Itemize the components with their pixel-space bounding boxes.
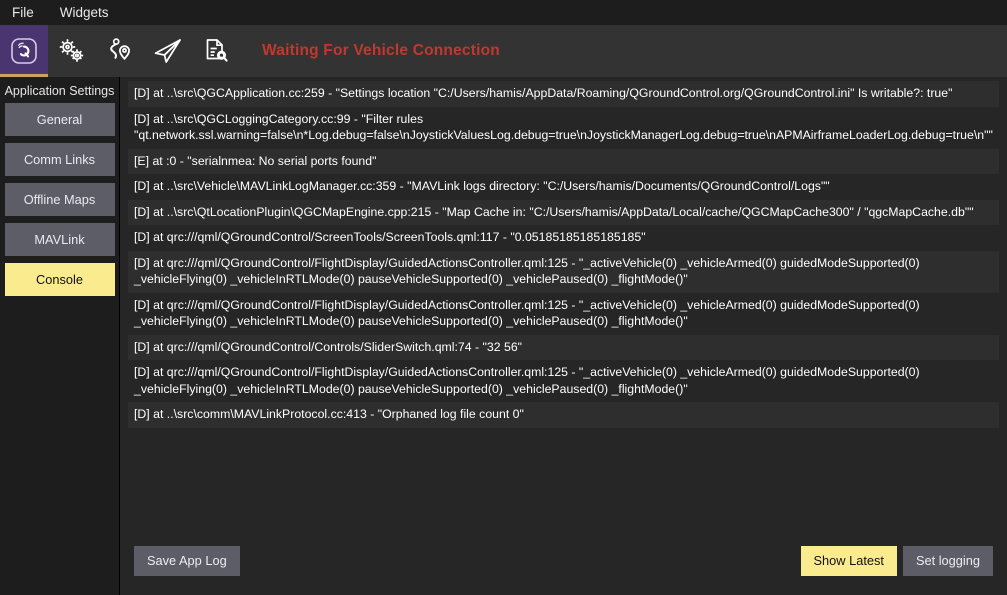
document-search-icon xyxy=(200,36,232,66)
menu-item-widgets[interactable]: Widgets xyxy=(58,3,111,23)
set-logging-button[interactable]: Set logging xyxy=(902,545,993,577)
main-toolbar: Waiting For Vehicle Connection xyxy=(0,25,1007,77)
content-area: Application Settings General Comm Links … xyxy=(0,77,1007,595)
menu-bar: File Widgets xyxy=(0,0,1007,25)
sidebar-item-console[interactable]: Console xyxy=(4,263,115,296)
toolbar-button-analyze[interactable] xyxy=(192,25,240,77)
toolbar-button-qgc-menu[interactable] xyxy=(0,25,48,77)
paper-plane-icon xyxy=(151,36,185,66)
console-log-row: [D] at ..\src\QGCLoggingCategory.cc:99 -… xyxy=(128,106,999,149)
console-log-row: [D] at qrc:///qml/QGroundControl/FlightD… xyxy=(128,292,999,335)
sidebar-item-mavlink[interactable]: MAVLink xyxy=(4,223,115,256)
toolbar-button-fly[interactable] xyxy=(144,25,192,77)
sidebar-item-comm-links[interactable]: Comm Links xyxy=(4,143,115,176)
console-log-row: [D] at qrc:///qml/QGroundControl/FlightD… xyxy=(128,250,999,293)
sidebar-item-offline-maps[interactable]: Offline Maps xyxy=(4,183,115,216)
qgc-logo-icon xyxy=(9,36,39,66)
sidebar-item-general[interactable]: General xyxy=(4,103,115,136)
menu-item-file[interactable]: File xyxy=(10,3,36,23)
waypoints-plan-icon xyxy=(104,36,136,66)
vehicle-connection-status: Waiting For Vehicle Connection xyxy=(262,42,500,59)
gears-icon xyxy=(56,36,88,66)
console-log-row: [D] at ..\src\QtLocationPlugin\QGCMapEng… xyxy=(128,199,999,225)
toolbar-button-settings[interactable] xyxy=(48,25,96,77)
console-button-bar: Save App Log Show Latest Set logging xyxy=(128,539,999,595)
console-log-row: [D] at ..\src\comm\MAVLinkProtocol.cc:41… xyxy=(128,402,999,428)
console-log-list[interactable]: [D] at ..\src\QGCApplication.cc:259 - "S… xyxy=(128,81,999,539)
console-log-row: [D] at qrc:///qml/QGroundControl/FlightD… xyxy=(128,360,999,402)
console-log-row: [E] at :0 - "serialnmea: No serial ports… xyxy=(128,148,999,174)
show-latest-button[interactable]: Show Latest xyxy=(800,545,897,577)
console-pane: [D] at ..\src\QGCApplication.cc:259 - "S… xyxy=(120,77,1007,595)
qgroundcontrol-window: File Widgets Waiting For Vehicle Connect… xyxy=(0,0,1007,595)
sidebar-title: Application Settings xyxy=(4,84,115,98)
toolbar-button-plan[interactable] xyxy=(96,25,144,77)
console-log-row: [D] at ..\src\Vehicle\MAVLinkLogManager.… xyxy=(128,174,999,200)
console-log-row: [D] at qrc:///qml/QGroundControl/ScreenT… xyxy=(128,225,999,251)
console-log-row: [D] at ..\src\QGCApplication.cc:259 - "S… xyxy=(128,81,999,107)
console-log-row: [D] at qrc:///qml/QGroundControl/Control… xyxy=(128,334,999,360)
save-app-log-button[interactable]: Save App Log xyxy=(134,545,240,577)
settings-sidebar: Application Settings General Comm Links … xyxy=(0,77,120,595)
